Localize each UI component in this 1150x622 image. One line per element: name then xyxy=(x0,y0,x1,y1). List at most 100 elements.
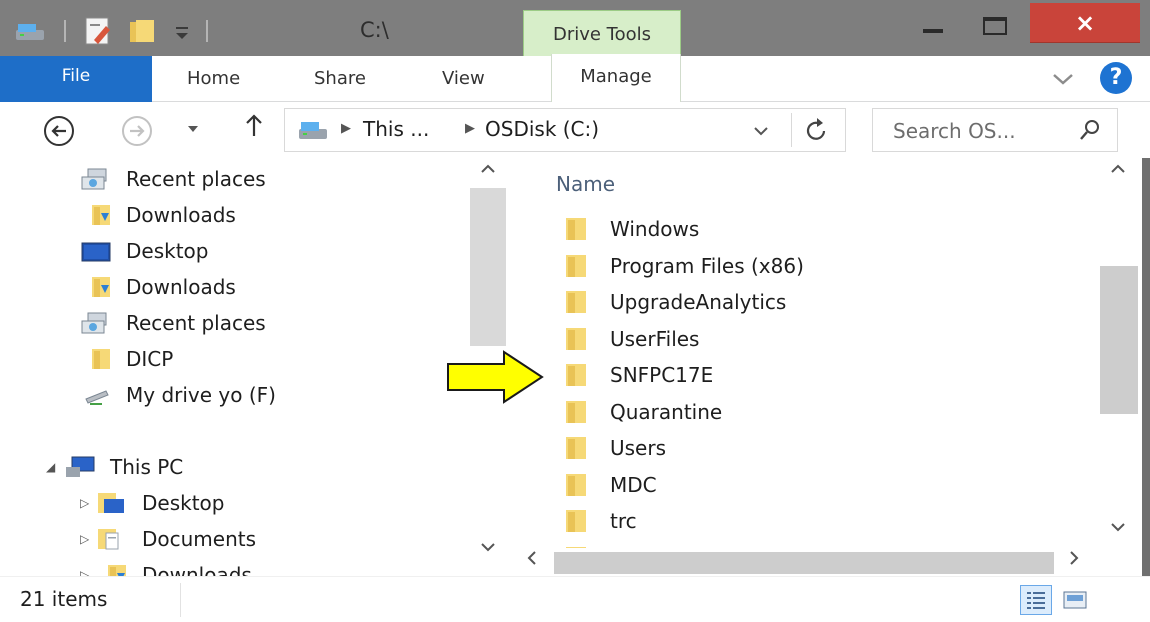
folder-icon xyxy=(566,364,586,386)
file-row[interactable]: UserFiles xyxy=(556,322,699,356)
tab-home[interactable]: Home xyxy=(187,56,240,102)
drive-icon[interactable] xyxy=(14,18,48,44)
scroll-left-chevron-icon[interactable] xyxy=(526,550,538,566)
nav-item-my-drive[interactable]: My drive yo (F) xyxy=(80,378,276,412)
address-toolbar: ▶ This ... ▶ OSDisk (C:) Search OS... xyxy=(0,102,1150,158)
recent-places-icon xyxy=(81,168,107,190)
address-bar[interactable]: ▶ This ... ▶ OSDisk (C:) xyxy=(284,108,846,152)
breadcrumb-separator-icon[interactable]: ▶ xyxy=(465,121,475,136)
recent-locations-chevron-icon[interactable] xyxy=(186,124,200,134)
expand-triangle-icon[interactable]: ▷ xyxy=(80,532,89,546)
scroll-down-chevron-icon[interactable] xyxy=(480,542,496,552)
nav-item-documents[interactable]: Documents xyxy=(96,522,256,556)
this-pc-icon xyxy=(299,122,327,139)
scrollbar-thumb[interactable] xyxy=(470,188,506,346)
large-icons-view-icon[interactable] xyxy=(1062,589,1088,611)
nav-item-label: Recent places xyxy=(126,167,266,191)
file-row[interactable]: Quarantine xyxy=(556,395,722,429)
close-button[interactable]: × xyxy=(1030,3,1140,43)
file-name: Windows xyxy=(610,217,700,241)
network-drive-icon xyxy=(85,390,109,405)
nav-item-dicp[interactable]: DICP xyxy=(80,342,173,376)
nav-item-label: DICP xyxy=(126,347,174,371)
properties-icon[interactable] xyxy=(82,16,116,46)
address-dropdown-chevron-icon[interactable] xyxy=(753,125,769,137)
navigation-pane: Recent places Downloads Desktop Download… xyxy=(0,158,512,576)
file-list-vertical-scrollbar[interactable] xyxy=(1098,158,1142,576)
expand-triangle-icon[interactable]: ▷ xyxy=(80,568,89,576)
file-name: UpgradeAnalytics xyxy=(610,290,787,314)
nav-item-label: Desktop xyxy=(142,491,225,515)
scrollbar-thumb[interactable] xyxy=(554,552,1054,574)
nav-item-desktop[interactable]: Desktop xyxy=(80,234,208,268)
scroll-down-chevron-icon[interactable] xyxy=(1110,522,1126,532)
title-bar: C:\ Drive Tools × xyxy=(0,0,1150,56)
search-placeholder: Search OS... xyxy=(893,119,1016,143)
file-name: MDC xyxy=(610,472,657,497)
breadcrumb-osdisk[interactable]: OSDisk (C:) xyxy=(485,117,599,141)
file-row[interactable]: Users xyxy=(556,431,666,465)
details-view-icon xyxy=(1027,592,1045,609)
folder-icon xyxy=(566,473,586,496)
file-row[interactable]: SNFPC17E xyxy=(556,358,713,392)
tab-file[interactable]: File xyxy=(0,56,152,102)
status-bar: 21 items xyxy=(0,576,1150,622)
file-row[interactable]: Program Files (x86) xyxy=(556,249,804,283)
nav-item-recent-places[interactable]: Recent places xyxy=(80,306,266,340)
tab-manage[interactable]: Manage xyxy=(552,54,680,100)
customize-toolbar-icon[interactable] xyxy=(174,18,190,48)
drive-tools-context-tab[interactable]: Drive Tools xyxy=(523,10,681,56)
nav-item-downloads[interactable]: Downloads xyxy=(80,270,236,304)
quick-access-toolbar xyxy=(14,16,48,46)
nav-item-downloads-pc[interactable]: Downloads xyxy=(96,558,252,576)
desktop-icon xyxy=(81,242,111,262)
folder-icon xyxy=(566,400,586,423)
scrollbar-thumb[interactable] xyxy=(1100,266,1138,414)
scroll-up-chevron-icon[interactable] xyxy=(1110,164,1126,174)
forward-button[interactable] xyxy=(122,116,152,146)
scroll-right-chevron-icon[interactable] xyxy=(1068,550,1080,566)
maximize-icon xyxy=(983,17,1007,35)
nav-item-downloads[interactable]: Downloads xyxy=(80,198,236,232)
refresh-icon[interactable] xyxy=(805,117,829,143)
minimize-button[interactable] xyxy=(906,6,960,46)
maximize-button[interactable] xyxy=(968,6,1022,46)
details-view-button[interactable] xyxy=(1020,585,1052,615)
status-divider xyxy=(180,583,181,617)
up-arrow-icon[interactable] xyxy=(244,112,264,140)
folder-icon xyxy=(566,437,586,459)
collapse-triangle-icon[interactable]: ◢ xyxy=(46,460,55,474)
file-row[interactable]: Windows xyxy=(556,212,699,246)
file-row[interactable]: trc xyxy=(556,504,637,538)
nav-item-desktop[interactable]: Desktop xyxy=(96,486,224,520)
file-row[interactable]: UpgradeAnalytics xyxy=(556,285,786,319)
file-row[interactable]: MDC xyxy=(556,468,657,502)
nav-item-recent-places[interactable]: Recent places xyxy=(80,162,266,196)
column-header-name[interactable]: Name xyxy=(556,172,615,196)
address-divider xyxy=(791,113,792,147)
scroll-up-chevron-icon[interactable] xyxy=(480,164,496,174)
search-icon[interactable] xyxy=(1079,119,1101,141)
search-input[interactable]: Search OS... xyxy=(872,108,1118,152)
minimize-icon xyxy=(923,29,943,33)
new-folder-icon[interactable] xyxy=(126,16,160,46)
folder-icon xyxy=(92,349,110,369)
nav-item-this-pc[interactable]: This PC xyxy=(64,450,183,484)
desktop-folder-icon xyxy=(98,493,124,513)
expand-ribbon-chevron-icon[interactable] xyxy=(1052,72,1074,86)
drive-tools-label: Drive Tools xyxy=(552,24,652,45)
ribbon-tabs: File Home Share View Manage ? xyxy=(0,54,1150,102)
file-list-horizontal-scrollbar[interactable] xyxy=(512,548,1098,576)
tab-view[interactable]: View xyxy=(442,56,485,102)
folder-icon xyxy=(566,510,586,532)
breadcrumb-separator-icon[interactable]: ▶ xyxy=(341,121,351,136)
help-icon[interactable]: ? xyxy=(1100,62,1132,94)
file-name: Users xyxy=(610,436,667,460)
expand-triangle-icon[interactable]: ▷ xyxy=(80,496,89,510)
nav-item-label: Desktop xyxy=(126,239,209,263)
tab-share[interactable]: Share xyxy=(314,56,366,102)
back-button[interactable] xyxy=(44,116,74,146)
breadcrumb-this-pc[interactable]: This ... xyxy=(363,117,429,141)
folder-icon xyxy=(566,327,586,350)
explorer-window: C:\ Drive Tools × File Home Share View M… xyxy=(0,0,1150,622)
